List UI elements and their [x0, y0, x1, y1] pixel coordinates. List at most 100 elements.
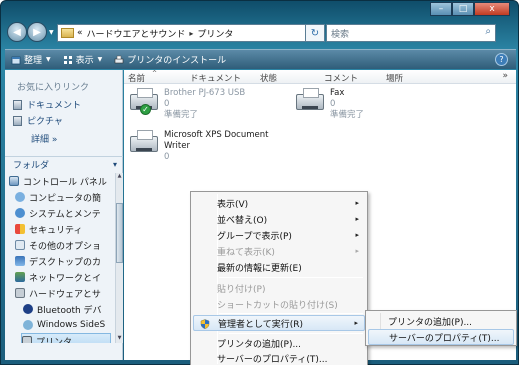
chevron-down-icon: ▼: [97, 56, 103, 63]
help-icon[interactable]: ?: [495, 53, 508, 66]
install-printer-label: プリンタのインストール: [127, 56, 227, 66]
tree-item[interactable]: Windows SideS: [23, 317, 105, 333]
refresh-button[interactable]: ↻: [305, 24, 325, 42]
menu-item-label: サーバーのプロパティ(T)...: [389, 333, 500, 344]
menu-item-group[interactable]: グループで表示(P) ▸: [193, 227, 365, 243]
more-columns-icon[interactable]: »: [502, 71, 508, 81]
organize-icon: [11, 56, 21, 64]
network-icon: [15, 272, 25, 282]
tree-item[interactable]: コンピュータの簡: [15, 189, 101, 205]
back-button[interactable]: ◀: [7, 22, 27, 42]
submenu-arrow-icon: ▸: [355, 215, 359, 223]
tree-item-label: コンピュータの簡: [29, 193, 102, 204]
chevron-down-icon[interactable]: ▾: [113, 160, 117, 169]
title-bar[interactable]: – □ x: [1, 1, 518, 19]
tree-item-label: ハードウェアとサ: [29, 289, 101, 300]
favorite-documents[interactable]: ドキュメント: [13, 98, 81, 111]
tree-scrollbar[interactable]: ▲ ▼: [115, 173, 123, 343]
menu-item-sort[interactable]: 並べ替え(O) ▸: [193, 211, 365, 227]
breadcrumb-printers[interactable]: プリンタ: [197, 27, 233, 40]
maximize-button[interactable]: □: [452, 2, 474, 16]
printer-item[interactable]: Fax 0 準備完了: [294, 88, 364, 121]
menu-separator: [219, 277, 363, 278]
menu-item-view[interactable]: 表示(V) ▸: [193, 195, 365, 211]
scroll-up-icon[interactable]: ▲: [116, 173, 123, 181]
close-button[interactable]: x: [474, 2, 510, 16]
command-bar: 整理 ▼ 表示 ▼ プリンタのインストール ?: [5, 49, 516, 69]
column-name[interactable]: 名前: [128, 72, 145, 84]
column-documents[interactable]: ドキュメント: [190, 72, 241, 84]
address-bar[interactable]: « ハードウエアとサウンド ▸ プリンタ ▾: [57, 24, 320, 42]
tree-item-label: セキュリティ: [29, 225, 83, 236]
views-label: 表示: [75, 56, 94, 66]
tree-item-printers[interactable]: プリンタ: [21, 333, 111, 343]
menu-item-add-printer[interactable]: プリンタの追加(P)...: [193, 335, 365, 351]
menu-item-label: 表示(V): [217, 199, 249, 210]
menu-item-paste[interactable]: 貼り付け(P): [193, 280, 365, 296]
scroll-down-icon[interactable]: ▼: [116, 335, 123, 343]
tree-item-control-panel[interactable]: コントロール パネル: [9, 173, 107, 189]
menu-item-stack[interactable]: 重ねて表示(K) ▸: [193, 243, 365, 259]
menu-item-label: サーバーのプロパティ(T)...: [217, 354, 328, 365]
tree-item-label: その他のオプショ: [29, 241, 102, 252]
menu-item-label: プリンタの追加(P)...: [388, 317, 473, 328]
printer-docs: 0: [330, 99, 336, 109]
breadcrumb-hardware-sound[interactable]: ハードウエアとサウンド: [87, 27, 186, 40]
tree-item-label: ネットワークとイ: [29, 273, 102, 284]
printer-status: 準備完了: [164, 110, 199, 120]
menu-item-label: 重ねて表示(K): [217, 247, 275, 258]
menu-item-label: 並べ替え(O): [217, 215, 268, 226]
breadcrumb-separator-icon[interactable]: ▸: [189, 29, 193, 38]
printer-icon: [114, 55, 124, 63]
tree-item[interactable]: セキュリティ: [15, 221, 82, 237]
printer-item[interactable]: ✓ Brother PJ-673 USB 0 準備完了: [128, 88, 245, 121]
tree-item[interactable]: Bluetooth デバ: [23, 301, 102, 317]
favorite-pictures[interactable]: ピクチャ: [13, 114, 63, 127]
forward-button[interactable]: ▶: [27, 22, 47, 42]
sidebar-icon: [23, 320, 33, 330]
menu-item-refresh[interactable]: 最新の情報に更新(E): [193, 259, 365, 275]
scrollbar-thumb[interactable]: [116, 203, 123, 263]
tree-item[interactable]: システムとメンテ: [15, 205, 101, 221]
minimize-button[interactable]: –: [430, 2, 452, 16]
tree-item-label: Bluetooth デバ: [37, 305, 102, 316]
details-link[interactable]: 詳細 »: [31, 132, 57, 145]
search-input[interactable]: 検索 ⌕: [326, 24, 496, 42]
favorite-pictures-label: ピクチャ: [27, 117, 63, 127]
favorite-links-title: お気に入りリンク: [17, 83, 90, 93]
submenu-item-add-printer[interactable]: プリンタの追加(P)...: [368, 313, 514, 329]
bluetooth-icon: [23, 304, 33, 314]
views-button[interactable]: 表示 ▼: [57, 53, 109, 66]
tree-item-label: コントロール パネル: [23, 177, 107, 188]
views-icon: [63, 55, 72, 64]
address-prefix[interactable]: «: [77, 28, 83, 38]
menu-item-paste-shortcut[interactable]: ショートカットの貼り付け(S): [193, 296, 365, 312]
caption-buttons: – □ x: [430, 2, 510, 16]
column-status[interactable]: 状態: [260, 72, 277, 84]
address-row: ◀ ▶ ▼ « ハードウエアとサウンド ▸ プリンタ ▾ ↻ 検索 ⌕: [5, 20, 516, 46]
submenu-arrow-icon: ▸: [355, 199, 359, 207]
menu-item-server-properties[interactable]: サーバーのプロパティ(T)...: [193, 350, 365, 365]
column-comment[interactable]: コメント: [324, 72, 358, 84]
tree-item[interactable]: ネットワークとイ: [15, 269, 101, 285]
tree-item[interactable]: デスクトップのカ: [15, 253, 101, 269]
folders-title: フォルダ: [13, 161, 50, 171]
column-location[interactable]: 場所: [386, 72, 403, 84]
tree-item[interactable]: ハードウェアとサ: [15, 285, 101, 301]
folders-header[interactable]: フォルダ ▾: [5, 156, 123, 172]
submenu-arrow-icon: ▸: [354, 319, 358, 327]
organize-button[interactable]: 整理 ▼: [5, 53, 57, 66]
search-icon[interactable]: ⌕: [485, 26, 491, 37]
sort-ascending-icon: ^: [152, 70, 158, 77]
printer-icon: ✓: [128, 88, 160, 116]
fax-icon: [294, 88, 326, 116]
arrow-right-icon: ▶: [33, 26, 41, 38]
submenu-item-server-properties[interactable]: サーバーのプロパティ(T)...: [368, 329, 514, 345]
printer-item[interactable]: Microsoft XPS Document Writer 0: [128, 130, 268, 163]
system-icon: [15, 208, 25, 218]
chevron-down-icon: ▼: [46, 56, 51, 63]
recent-pages-dropdown[interactable]: ▼: [49, 29, 54, 36]
install-printer-button[interactable]: プリンタのインストール: [108, 53, 232, 66]
menu-item-run-as-admin[interactable]: 管理者として実行(R) ▸: [193, 315, 365, 331]
tree-item[interactable]: その他のオプショ: [15, 237, 101, 253]
